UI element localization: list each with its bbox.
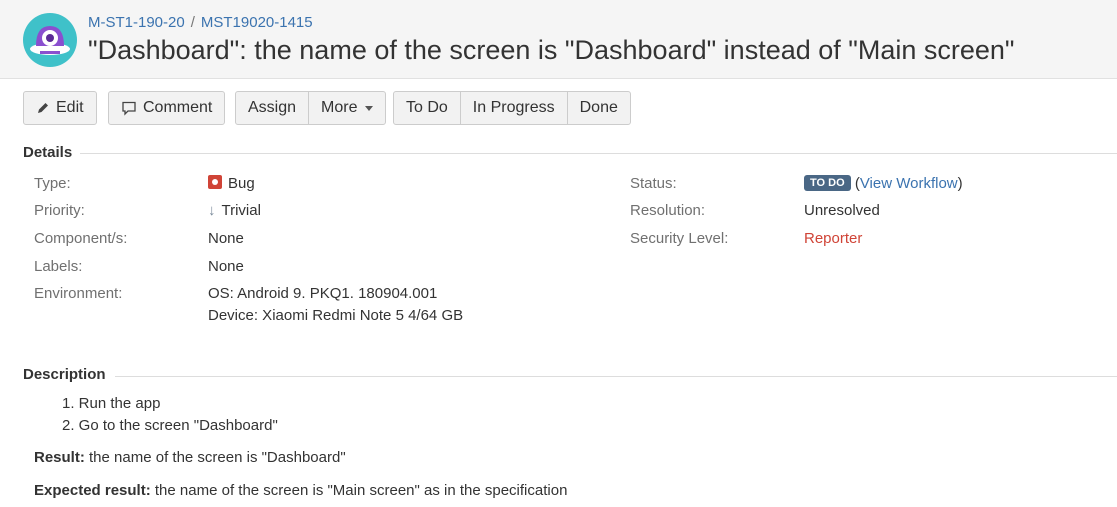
steps-list: 1. Run the app 2. Go to the screen "Dash… [62, 393, 278, 437]
arrow-down-icon: ↓ [208, 202, 216, 219]
priority-label: Priority: [34, 202, 85, 219]
chevron-down-icon [365, 105, 374, 111]
assign-button[interactable]: Assign [236, 92, 308, 124]
security-level-value: Reporter [804, 230, 863, 247]
list-item: 1. Run the app [62, 395, 161, 412]
expected-result-text: the name of the screen is "Main screen" … [150, 482, 568, 499]
components-label: Component/s: [34, 230, 128, 247]
to-do-button[interactable]: To Do [394, 92, 460, 124]
resolution-label: Resolution: [630, 202, 706, 219]
type-value-text: Bug [228, 175, 255, 192]
expected-result-paragraph: Expected result: the name of the screen … [34, 482, 567, 499]
edit-button[interactable]: Edit [24, 92, 96, 124]
comment-button[interactable]: Comment [109, 92, 224, 124]
workflow-paren-close: ) [957, 175, 963, 192]
environment-line-2: Device: Xiaomi Redmi Note 5 4/64 GB [208, 307, 464, 324]
edit-label: Edit [56, 99, 84, 116]
in-progress-button[interactable]: In Progress [459, 92, 567, 124]
edit-group: Edit [23, 91, 97, 125]
result-paragraph: Result: the name of the screen is "Dashb… [34, 449, 346, 466]
comment-group: Comment [108, 91, 226, 125]
breadcrumb: M-ST1-190-20 / MST19020-1415 [88, 14, 313, 31]
status-label: Status: [630, 175, 677, 192]
issue-title[interactable]: "Dashboard": the name of the screen is "… [88, 35, 1015, 66]
result-label: Result: [34, 449, 85, 466]
result-text: the name of the screen is "Dashboard" [84, 449, 346, 466]
type-value: Bug [208, 175, 255, 192]
security-level-label: Security Level: [630, 230, 729, 247]
comment-icon [122, 101, 136, 116]
bug-icon [208, 175, 222, 189]
description-heading[interactable]: Description [23, 366, 114, 383]
components-value: None [208, 230, 244, 247]
resolution-value: Unresolved [804, 202, 880, 219]
more-button[interactable]: More [308, 92, 385, 124]
labels-value[interactable]: None [208, 258, 244, 275]
project-avatar-icon[interactable] [23, 13, 77, 67]
breadcrumb-project-link[interactable]: M-ST1-190-20 [88, 14, 185, 31]
pencil-icon [38, 103, 48, 113]
environment-label: Environment: [34, 285, 123, 302]
expected-result-label: Expected result: [34, 482, 151, 499]
comment-label: Comment [143, 99, 213, 116]
status-badge: TO DO [804, 175, 851, 191]
list-item: 2. Go to the screen "Dashboard" [62, 417, 278, 434]
priority-value-text: Trivial [221, 202, 261, 219]
details-divider [80, 153, 1117, 154]
workflow-group: To Do In Progress Done [393, 91, 631, 125]
type-label: Type: [34, 175, 71, 192]
breadcrumb-issue-link[interactable]: MST19020-1415 [201, 14, 313, 31]
description-divider [115, 376, 1117, 377]
labels-label: Labels: [34, 258, 83, 275]
priority-value: ↓ Trivial [208, 202, 261, 219]
breadcrumb-separator: / [190, 14, 195, 31]
view-workflow-link[interactable]: View Workflow [860, 175, 958, 192]
assign-more-group: Assign More [235, 91, 387, 125]
more-label: More [321, 99, 358, 116]
environment-line-1: OS: Android 9. PKQ1. 180904.001 [208, 285, 438, 302]
issue-header: M-ST1-190-20 / MST19020-1415 "Dashboard": … [0, 0, 1117, 79]
done-button[interactable]: Done [566, 92, 630, 124]
details-heading[interactable]: Details [23, 144, 81, 161]
status-value: TO DO (View Workflow) [804, 175, 963, 192]
